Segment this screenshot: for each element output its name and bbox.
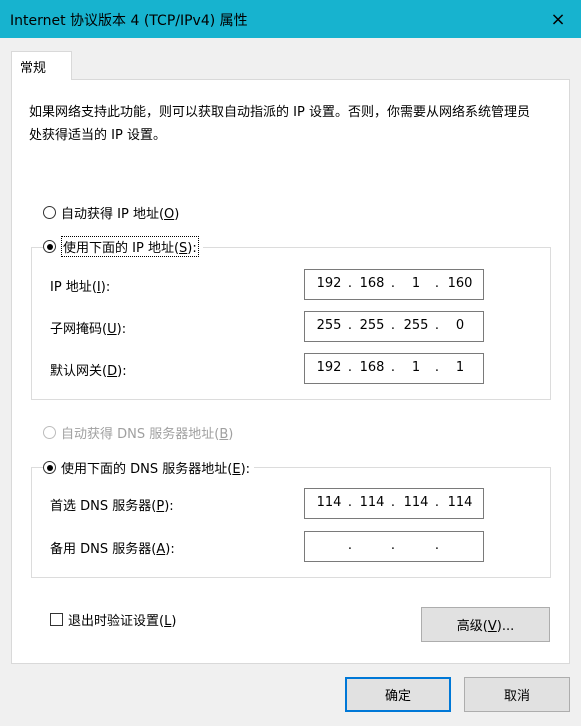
- octet-separator: .: [390, 318, 396, 333]
- description-text: 如果网络支持此功能，则可以获取自动指派的 IP 设置。否则，你需要从网络系统管理…: [29, 105, 530, 143]
- default-gateway-octet-2[interactable]: 168: [356, 360, 388, 375]
- dns-auto-radio[interactable]: [43, 426, 56, 439]
- title-bar: Internet 协议版本 4 (TCP/IPv4) 属性 ×: [0, 0, 581, 38]
- octet-separator: .: [347, 318, 353, 333]
- validate-checkbox[interactable]: [50, 613, 63, 626]
- ok-button[interactable]: 确定: [345, 677, 451, 712]
- ip-auto-label: 自动获得 IP 地址(O): [61, 207, 180, 222]
- ip-address-octet-3[interactable]: 1: [400, 276, 432, 291]
- dns-auto-label: 自动获得 DNS 服务器地址(B): [61, 427, 234, 442]
- octet-separator: .: [347, 538, 353, 553]
- dns-manual-radio-option[interactable]: 使用下面的 DNS 服务器地址(E):: [43, 458, 255, 477]
- default-gateway-octet-3[interactable]: 1: [400, 360, 432, 375]
- advanced-button[interactable]: 高级(V)...: [421, 607, 550, 642]
- cancel-button[interactable]: 取消: [464, 677, 570, 712]
- octet-separator: .: [390, 276, 396, 291]
- octet-separator: .: [434, 360, 440, 375]
- close-button[interactable]: ×: [535, 0, 581, 38]
- tab-general-label: 常规: [20, 61, 47, 76]
- ip-address-octet-4[interactable]: 160: [444, 276, 476, 291]
- preferred-dns-octet-4[interactable]: 114: [444, 495, 476, 510]
- octet-separator: .: [347, 360, 353, 375]
- ip-address-octet-1[interactable]: 192: [313, 276, 345, 291]
- octet-separator: .: [390, 538, 396, 553]
- close-icon: ×: [550, 8, 566, 30]
- subnet-mask-octet-2[interactable]: 255: [356, 318, 388, 333]
- cancel-button-label: 取消: [503, 689, 530, 704]
- octet-separator: .: [434, 276, 440, 291]
- octet-separator: .: [434, 538, 440, 553]
- ip-address-octet-2[interactable]: 168: [356, 276, 388, 291]
- dns-manual-radio[interactable]: [43, 461, 56, 474]
- ok-button-label: 确定: [384, 689, 411, 704]
- default-gateway-octet-1[interactable]: 192: [313, 360, 345, 375]
- preferred-dns-octet-1[interactable]: 114: [313, 495, 345, 510]
- subnet-mask-octet-4[interactable]: 0: [444, 318, 476, 333]
- subnet-mask-field[interactable]: 255 . 255 . 255 . 0: [304, 311, 484, 342]
- advanced-button-label: 高级(V)...: [456, 619, 515, 634]
- default-gateway-octet-4[interactable]: 1: [444, 360, 476, 375]
- ip-auto-radio-option[interactable]: 自动获得 IP 地址(O): [43, 203, 184, 222]
- validate-checkbox-option[interactable]: 退出时验证设置(L): [50, 610, 181, 629]
- subnet-mask-label: 子网掩码(U):: [50, 322, 127, 337]
- ip-manual-label: 使用下面的 IP 地址(S):: [61, 236, 199, 257]
- subnet-mask-octet-3[interactable]: 255: [400, 318, 432, 333]
- subnet-mask-octet-1[interactable]: 255: [313, 318, 345, 333]
- alternate-dns-field[interactable]: . . .: [304, 531, 484, 562]
- octet-separator: .: [434, 318, 440, 333]
- ip-address-label: IP 地址(I):: [50, 280, 111, 295]
- preferred-dns-field[interactable]: 114 . 114 . 114 . 114: [304, 488, 484, 519]
- octet-separator: .: [434, 495, 440, 510]
- octet-separator: .: [390, 495, 396, 510]
- default-gateway-label: 默认网关(D):: [50, 364, 127, 379]
- default-gateway-field[interactable]: 192 . 168 . 1 . 1: [304, 353, 484, 384]
- dns-manual-label: 使用下面的 DNS 服务器地址(E):: [61, 462, 251, 477]
- preferred-dns-octet-2[interactable]: 114: [356, 495, 388, 510]
- ip-auto-radio[interactable]: [43, 206, 56, 219]
- window-title: Internet 协议版本 4 (TCP/IPv4) 属性: [10, 13, 248, 29]
- ip-address-field[interactable]: 192 . 168 . 1 . 160: [304, 269, 484, 300]
- ip-manual-radio[interactable]: [43, 240, 56, 253]
- alternate-dns-label: 备用 DNS 服务器(A):: [50, 542, 175, 557]
- tab-general[interactable]: 常规: [11, 51, 72, 80]
- octet-separator: .: [347, 495, 353, 510]
- preferred-dns-label: 首选 DNS 服务器(P):: [50, 499, 174, 514]
- octet-separator: .: [347, 276, 353, 291]
- validate-label: 退出时验证设置(L): [68, 614, 177, 629]
- octet-separator: .: [390, 360, 396, 375]
- dns-auto-radio-option[interactable]: 自动获得 DNS 服务器地址(B): [43, 423, 238, 442]
- ip-manual-radio-option[interactable]: 使用下面的 IP 地址(S):: [43, 236, 203, 257]
- preferred-dns-octet-3[interactable]: 114: [400, 495, 432, 510]
